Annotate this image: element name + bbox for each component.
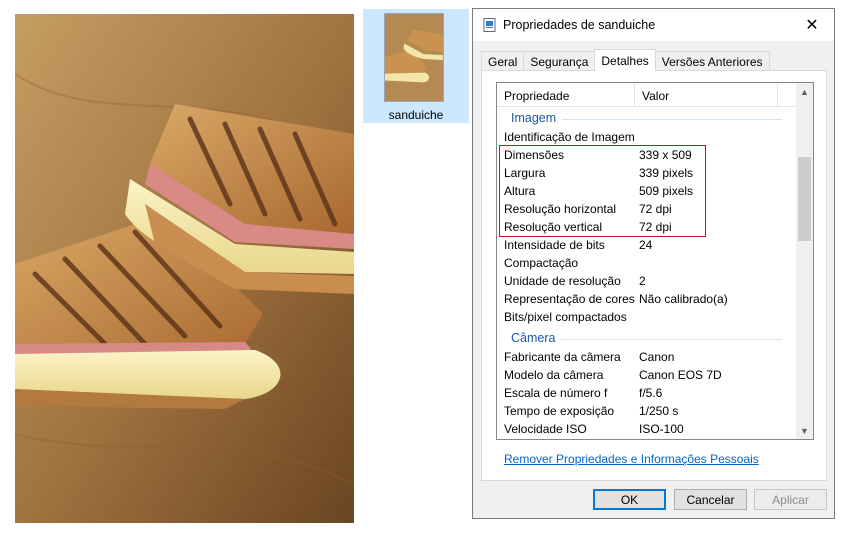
apply-button[interactable]: Aplicar — [754, 489, 827, 510]
property-row[interactable]: Escala de número f f/5.6 — [497, 384, 796, 402]
property-value: f/5.6 — [639, 386, 663, 400]
image-file-icon — [483, 18, 496, 32]
property-name: Intensidade de bits — [504, 238, 605, 252]
tab-seguranca[interactable]: Segurança — [523, 51, 596, 71]
property-row[interactable]: Bits/pixel compactados — [497, 308, 796, 326]
property-row[interactable]: Representação de cores Não calibrado(a) — [497, 290, 796, 308]
dialog-title: Propriedades de sanduiche — [503, 18, 656, 32]
property-row[interactable]: Largura 339 pixels — [497, 164, 796, 182]
group-label: Câmera — [511, 331, 562, 345]
property-row[interactable]: Identificação de Imagem — [497, 128, 796, 146]
close-icon: ✕ — [805, 17, 819, 34]
thumbnail-filename: sanduiche — [388, 108, 444, 122]
property-row[interactable]: Velocidade ISO ISO-100 — [497, 420, 796, 438]
property-name: Bits/pixel compactados — [504, 310, 627, 324]
property-name: Representação de cores — [504, 292, 635, 306]
property-name: Altura — [504, 184, 536, 198]
property-row[interactable]: Resolução horizontal 72 dpi — [497, 200, 796, 218]
property-row[interactable]: Fabricante da câmera Canon — [497, 348, 796, 366]
properties-dialog: Propriedades de sanduiche ✕ Geral Segura… — [472, 8, 835, 519]
property-value: Canon — [639, 350, 675, 364]
property-name: Escala de número f — [504, 386, 608, 400]
property-rows: Imagem Identificação de Imagem Dimensões 3… — [497, 110, 796, 438]
tab-detalhes[interactable]: Detalhes — [594, 49, 656, 71]
file-thumbnail-tile[interactable]: sanduiche — [363, 9, 469, 123]
property-row[interactable]: Resolução vertical 72 dpi — [497, 218, 796, 236]
property-row[interactable]: Intensidade de bits 24 — [497, 236, 796, 254]
property-value: Canon EOS 7D — [639, 368, 722, 382]
property-value: ISO-100 — [639, 422, 684, 436]
remove-properties-link[interactable]: Remover Propriedades e Informações Pesso… — [504, 452, 759, 466]
property-name: Identificação de Imagem — [504, 130, 635, 144]
group-heading-image: Imagem — [497, 110, 796, 128]
property-row[interactable]: Modelo da câmera Canon EOS 7D — [497, 366, 796, 384]
ok-button[interactable]: OK — [593, 489, 666, 510]
group-heading-camera: Câmera — [497, 330, 796, 348]
property-row[interactable]: Dimensões 339 x 509 — [497, 146, 796, 164]
list-header: Propriedade Valor — [497, 83, 796, 107]
title-bar[interactable]: Propriedades de sanduiche ✕ — [473, 9, 834, 41]
property-value: 72 dpi — [639, 202, 672, 216]
scroll-up-icon[interactable]: ▲ — [796, 83, 813, 100]
property-name: Resolução vertical — [504, 220, 603, 234]
property-value: 339 x 509 — [639, 148, 692, 162]
property-name: Modelo da câmera — [504, 368, 604, 382]
property-name: Largura — [504, 166, 546, 180]
tab-versoes-anteriores[interactable]: Versões Anteriores — [654, 51, 770, 71]
property-value: 24 — [639, 238, 653, 252]
property-name: Tempo de exposição — [504, 404, 615, 418]
sandwich-photo — [15, 14, 354, 523]
properties-list[interactable]: Propriedade Valor Imagem Identificação d… — [496, 82, 814, 440]
cancel-button[interactable]: Cancelar — [674, 489, 747, 510]
property-value: 2 — [639, 274, 646, 288]
property-value: 72 dpi — [639, 220, 672, 234]
property-name: Velocidade ISO — [504, 422, 587, 436]
sandwich-thumbnail-icon — [384, 13, 444, 102]
property-name: Dimensões — [504, 148, 565, 162]
property-value: Não calibrado(a) — [639, 292, 728, 306]
property-name: Compactação — [504, 256, 579, 270]
property-row[interactable]: Compactação — [497, 254, 796, 272]
property-row[interactable]: Altura 509 pixels — [497, 182, 796, 200]
scrollbar-thumb[interactable] — [798, 157, 811, 241]
property-value: 1/250 s — [639, 404, 679, 418]
vertical-scrollbar[interactable]: ▲ ▼ — [796, 83, 813, 439]
scroll-down-icon[interactable]: ▼ — [796, 422, 813, 439]
details-panel: Propriedade Valor Imagem Identificação d… — [481, 70, 827, 481]
property-value: 509 pixels — [639, 184, 694, 198]
property-value: 339 pixels — [639, 166, 694, 180]
group-label: Imagem — [511, 111, 563, 125]
property-name: Fabricante da câmera — [504, 350, 621, 364]
close-button[interactable]: ✕ — [790, 9, 834, 41]
property-row[interactable]: Tempo de exposição 1/250 s — [497, 402, 796, 420]
property-name: Unidade de resolução — [504, 274, 621, 288]
column-header-value[interactable]: Valor — [635, 83, 778, 107]
column-header-property[interactable]: Propriedade — [497, 83, 635, 107]
tab-geral[interactable]: Geral — [481, 51, 525, 71]
tab-strip: Geral Segurança Detalhes Versões Anterio… — [481, 49, 770, 71]
property-row[interactable]: Unidade de resolução 2 — [497, 272, 796, 290]
property-name: Resolução horizontal — [504, 202, 617, 216]
